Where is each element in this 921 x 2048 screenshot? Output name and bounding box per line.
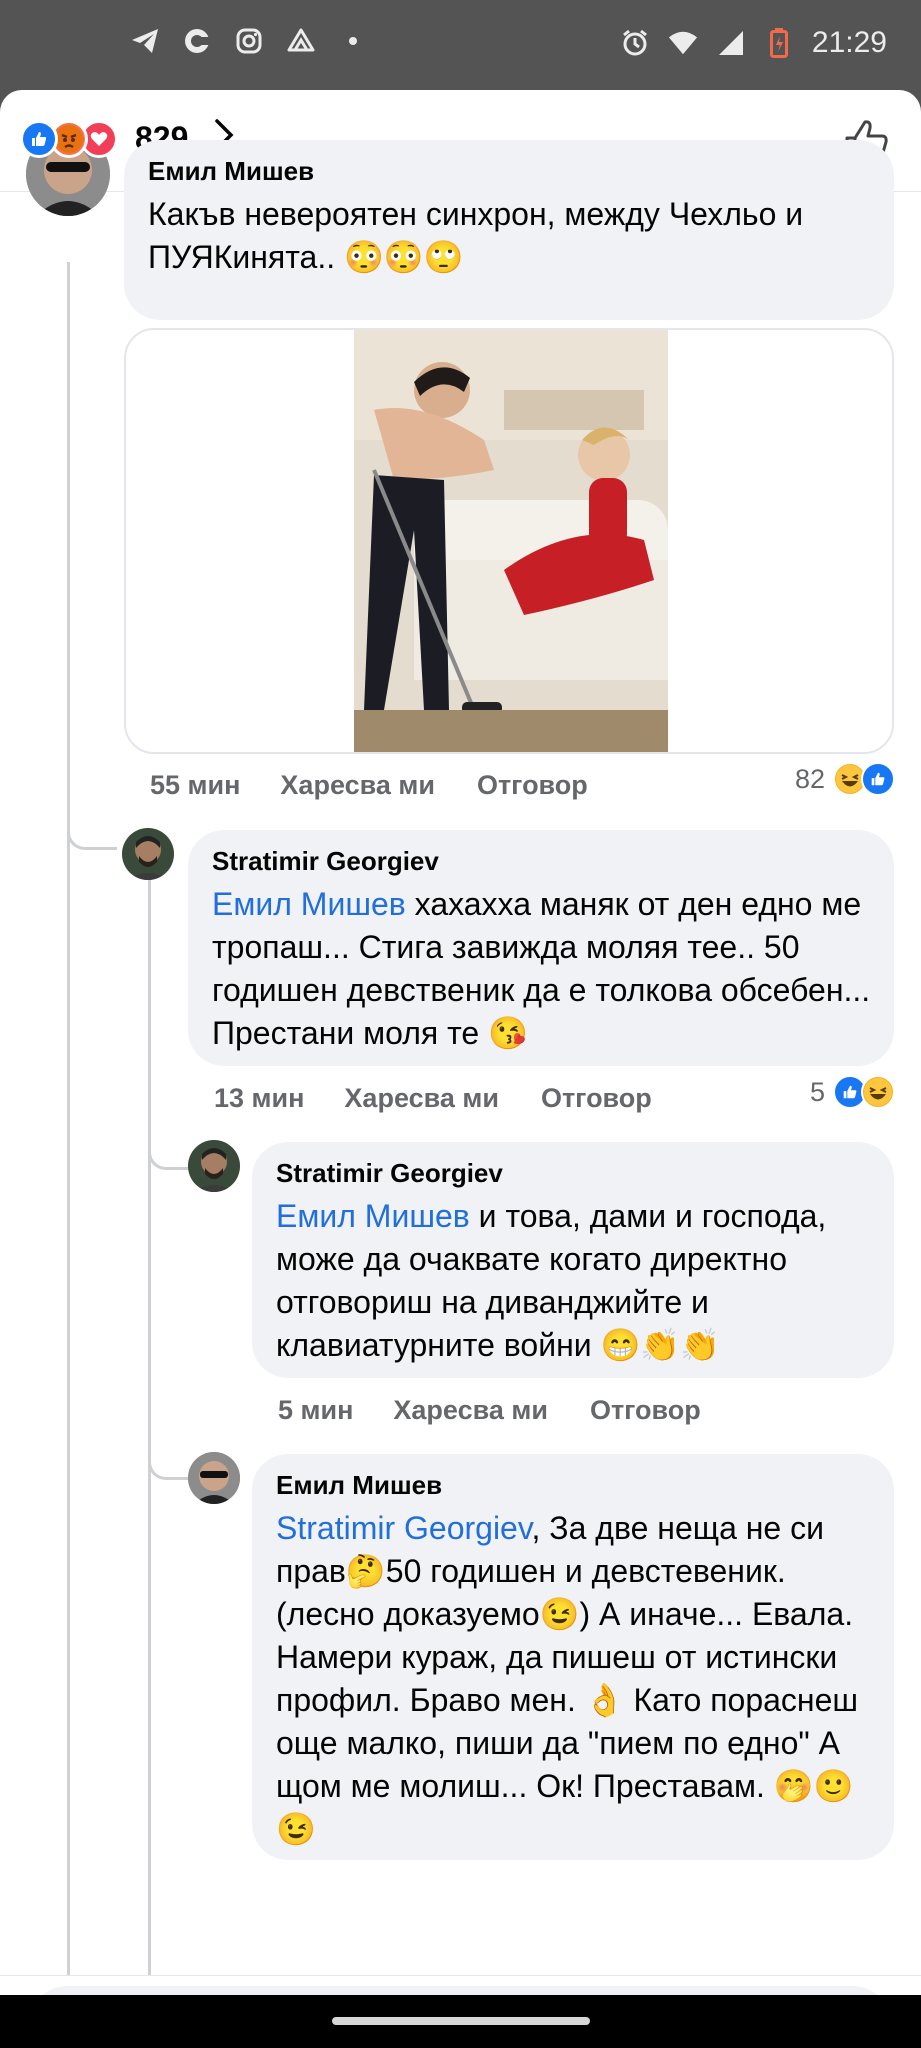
comment-text: Емил Мишев хахахха маняк от ден едно ме …	[212, 883, 872, 1055]
reply-comment-button[interactable]: Отговор	[477, 770, 588, 801]
reply-comment-button[interactable]: Отговор	[541, 1083, 652, 1114]
navigation-bar	[0, 1995, 921, 2048]
status-time: 21:29	[811, 26, 887, 59]
comment-time[interactable]: 13 мин	[214, 1083, 304, 1114]
battery-icon	[764, 28, 794, 58]
comment-bubble[interactable]: Емил Мишев Какъв невероятен синхрон, меж…	[124, 140, 894, 320]
comment-photo-frame[interactable]	[124, 328, 894, 754]
signal-icon	[716, 28, 746, 58]
status-bar: 21:29	[0, 0, 921, 90]
comment-bubble[interactable]: Stratimir Georgiev Емил Мишев хахахха ма…	[188, 830, 894, 1066]
like-reaction-icon	[861, 762, 895, 796]
comment-text: Какъв невероятен синхрон, между Чехльо и…	[148, 196, 804, 275]
comment-bubble[interactable]: Stratimir Georgiev Емил Мишев и това, да…	[252, 1142, 894, 1378]
home-gesture-pill[interactable]	[332, 2017, 590, 2025]
comment-reactions[interactable]: 5	[810, 1075, 895, 1109]
comment-time[interactable]: 5 мин	[278, 1395, 353, 1426]
comment-author[interactable]: Емил Мишев	[276, 1470, 872, 1501]
telegram-icon	[130, 26, 160, 56]
comments-sheet: 829 Емил Мишев Какъв невероятен синхрон,…	[0, 90, 921, 1995]
instagram-icon	[234, 26, 264, 56]
mention-link[interactable]: Емил Мишев	[212, 886, 406, 922]
comment-author[interactable]: Stratimir Georgiev	[276, 1158, 872, 1189]
comment-composer: GIF	[0, 1975, 921, 1995]
status-left-icons	[130, 26, 368, 56]
like-comment-button[interactable]: Харесва ми	[393, 1395, 548, 1426]
reply-comment-button[interactable]: Отговор	[590, 1395, 701, 1426]
comment-text: Емил Мишев и това, дами и господа, може …	[276, 1195, 872, 1367]
avatar[interactable]	[188, 1452, 240, 1504]
avatar[interactable]	[122, 828, 174, 880]
comment-author[interactable]: Емил Мишев	[148, 156, 872, 187]
wifi-icon	[668, 28, 698, 58]
comment-author[interactable]: Stratimir Georgiev	[212, 846, 872, 877]
like-comment-button[interactable]: Харесва ми	[344, 1083, 499, 1114]
like-reaction-icon	[20, 120, 58, 158]
thread-elbow	[67, 790, 117, 850]
mention-link[interactable]: Stratimir Georgiev	[276, 1510, 531, 1546]
composer-box[interactable]: GIF	[26, 1986, 894, 1995]
comment-photo[interactable]	[354, 330, 668, 752]
status-right-icons: 21:29	[620, 26, 887, 60]
avatar[interactable]	[188, 1140, 240, 1192]
alarm-icon	[620, 28, 650, 58]
reaction-icons[interactable]	[20, 120, 130, 160]
comment-body: , За две неща не си прав🤔50 годишен и де…	[276, 1510, 859, 1847]
like-comment-button[interactable]: Харесва ми	[280, 770, 435, 801]
drive-icon	[286, 26, 316, 56]
thread-line-main	[67, 262, 70, 1982]
reaction-count: 82	[794, 763, 825, 794]
comment-meta: 5 мин Харесва ми Отговор	[278, 1395, 701, 1426]
haha-reaction-icon	[861, 1075, 895, 1109]
mention-link[interactable]: Емил Мишев	[276, 1198, 470, 1234]
comment-meta: 13 мин Харесва ми Отговор	[214, 1083, 652, 1114]
reaction-count: 5	[809, 1076, 825, 1107]
comment-text: Stratimir Georgiev, За две неща не си пр…	[276, 1507, 872, 1851]
comment-time[interactable]: 55 мин	[150, 770, 240, 801]
comment-meta: 55 мин Харесва ми Отговор	[150, 770, 588, 801]
cloud-icon	[182, 26, 212, 56]
comment-reactions[interactable]: 82	[795, 762, 895, 796]
comment-bubble[interactable]: Емил Мишев Stratimir Georgiev, За две не…	[252, 1454, 894, 1860]
dot-icon	[338, 26, 368, 56]
